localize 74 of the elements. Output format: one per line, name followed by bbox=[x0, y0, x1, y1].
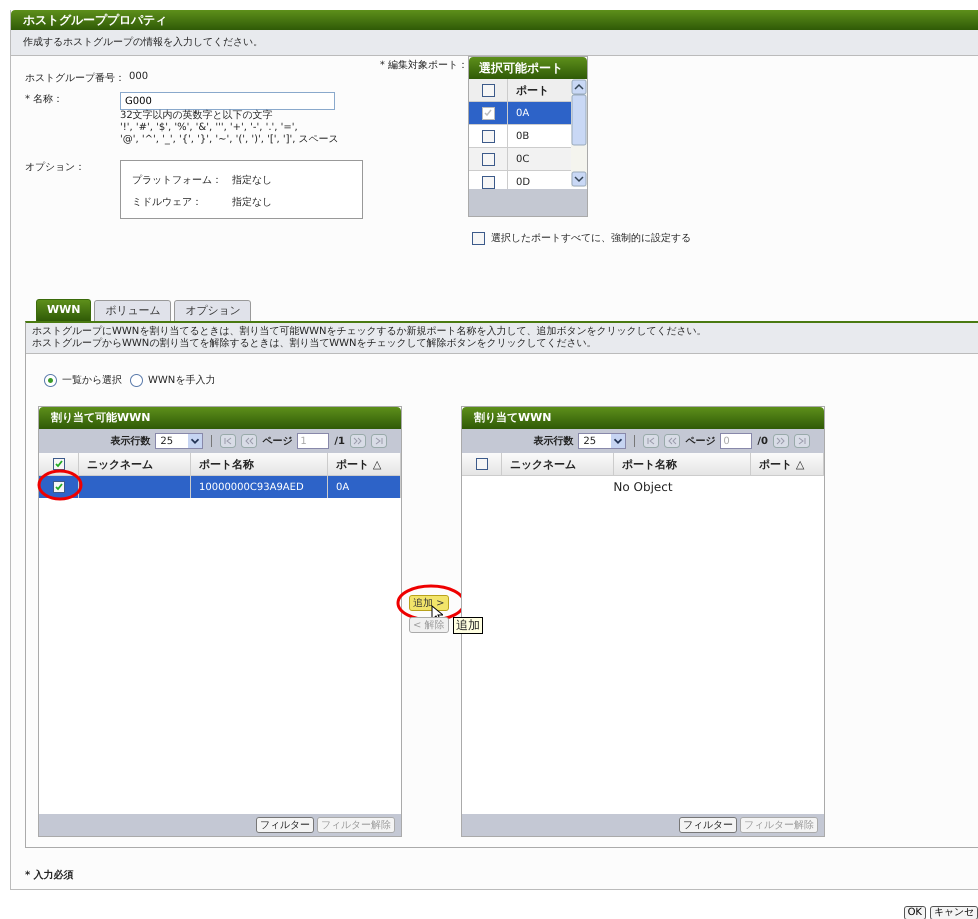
tab[interactable]: WWN bbox=[36, 299, 92, 321]
description-text: ホストグループにWWNを割り当てるときは、割り当て可能WWNをチェックするか新規ポート名称を入力して、追加ボタンをクリックしてください。 bbox=[32, 326, 708, 338]
check-icon bbox=[483, 108, 493, 118]
name-input[interactable]: G000 bbox=[120, 92, 335, 110]
cancel-button[interactable]: キャンセ bbox=[930, 906, 978, 919]
table-cell: 0A bbox=[336, 482, 350, 492]
check-icon bbox=[54, 482, 64, 492]
ok-button[interactable]: OK bbox=[904, 906, 926, 919]
port-row[interactable]: 0C bbox=[469, 148, 571, 171]
highlight-ellipse bbox=[37, 468, 83, 502]
option-label: ミドルウェア： bbox=[132, 196, 203, 210]
radio-option[interactable]: 一覧から選択 bbox=[44, 373, 122, 387]
checkbox-label: 選択したポートすべてに、強制的に設定する bbox=[491, 232, 691, 245]
checkbox[interactable] bbox=[482, 152, 494, 166]
column-header[interactable]: ポート △ bbox=[328, 453, 401, 475]
panel-title: 選択可能ポート bbox=[469, 57, 587, 79]
option-label: プラットフォーム： bbox=[132, 174, 223, 188]
checkbox[interactable] bbox=[482, 84, 494, 96]
filter-button[interactable]: フィルター bbox=[679, 817, 737, 833]
checkbox[interactable] bbox=[52, 481, 64, 493]
port-cell-text: 0B bbox=[515, 130, 530, 144]
page-total: /0 bbox=[757, 436, 768, 446]
page-input[interactable]: 1 bbox=[297, 433, 330, 449]
subtitle-text: 作成するホストグループの情報を入力してください。 bbox=[11, 30, 978, 56]
checkbox[interactable] bbox=[472, 232, 485, 244]
checkbox[interactable] bbox=[476, 458, 488, 470]
column-header[interactable]: ポート名称 bbox=[614, 453, 751, 475]
field-value: 000 bbox=[129, 71, 148, 84]
option-value: 指定なし bbox=[232, 196, 272, 210]
description-text: ホストグループからWWNの割り当てを解除するときは、割り当てWWNをチェックして解除ボタンをクリックしてください。 bbox=[32, 338, 598, 350]
hint-text: '@', '^', '_', '{', '}', '~', '(', ')', '[', ']', スペース bbox=[120, 134, 339, 146]
pager-label: ページ bbox=[685, 435, 716, 448]
pager-label: 表示行数 bbox=[110, 434, 150, 448]
port-row[interactable]: 0A bbox=[469, 102, 571, 125]
rows-per-page-select[interactable]: 25 bbox=[155, 433, 204, 449]
checkbox[interactable] bbox=[482, 176, 494, 188]
field-label: オプション： bbox=[25, 160, 86, 175]
column-header[interactable]: ポート名称 bbox=[191, 453, 328, 475]
field-label: * 名称： bbox=[25, 93, 64, 107]
page-total: /1 bbox=[334, 436, 345, 446]
port-row[interactable]: 0B bbox=[469, 125, 571, 148]
empty-message: No Object bbox=[613, 480, 673, 494]
panel-title: 割り当てWWN bbox=[462, 407, 824, 429]
filter-button[interactable]: フィルター bbox=[256, 817, 314, 833]
scrollbar[interactable] bbox=[571, 79, 587, 187]
table-cell: 10000000C93A9AED bbox=[199, 482, 304, 492]
field-label: * 編集対象ポート： bbox=[380, 60, 468, 71]
rows-per-page-select[interactable]: 25 bbox=[578, 433, 626, 449]
port-cell-text: 0D bbox=[515, 176, 532, 189]
radio-option[interactable]: WWNを手入力 bbox=[130, 373, 216, 387]
hint-text: '!', '#', '$', '%', '&', ''', '+', '-', '.', '=', bbox=[120, 122, 299, 134]
option-value: 指定なし bbox=[232, 174, 272, 188]
tab[interactable]: ボリューム bbox=[94, 300, 172, 321]
required-note: * 入力必須 bbox=[25, 868, 75, 882]
pager-label: ページ bbox=[262, 435, 292, 448]
table-row[interactable]: 10000000C93A9AED 0A bbox=[39, 476, 401, 498]
checkbox[interactable] bbox=[482, 106, 494, 120]
field-label: ホストグループ番号： bbox=[25, 72, 125, 85]
hint-text: 32文字以内の英数字と以下の文字 bbox=[120, 110, 274, 122]
port-cell-text: 0C bbox=[515, 152, 530, 166]
window-title: ホストグループプロパティ bbox=[11, 10, 978, 30]
check-icon bbox=[54, 459, 64, 469]
panel-title: 割り当て可能WWN bbox=[39, 407, 401, 429]
checkbox[interactable] bbox=[52, 458, 64, 470]
column-header[interactable]: ニックネーム bbox=[79, 453, 191, 475]
page-input[interactable]: 0 bbox=[720, 433, 752, 449]
add-button[interactable]: 追加 > bbox=[409, 595, 449, 611]
port-cell-text: 0A bbox=[515, 106, 530, 120]
column-header[interactable]: ポート △ bbox=[751, 453, 824, 475]
checkbox[interactable] bbox=[482, 130, 494, 142]
tab[interactable]: オプション bbox=[174, 300, 252, 321]
tooltip: 追加 bbox=[453, 617, 483, 634]
pager-label: 表示行数 bbox=[533, 434, 574, 448]
column-header[interactable]: ニックネーム bbox=[502, 453, 614, 475]
